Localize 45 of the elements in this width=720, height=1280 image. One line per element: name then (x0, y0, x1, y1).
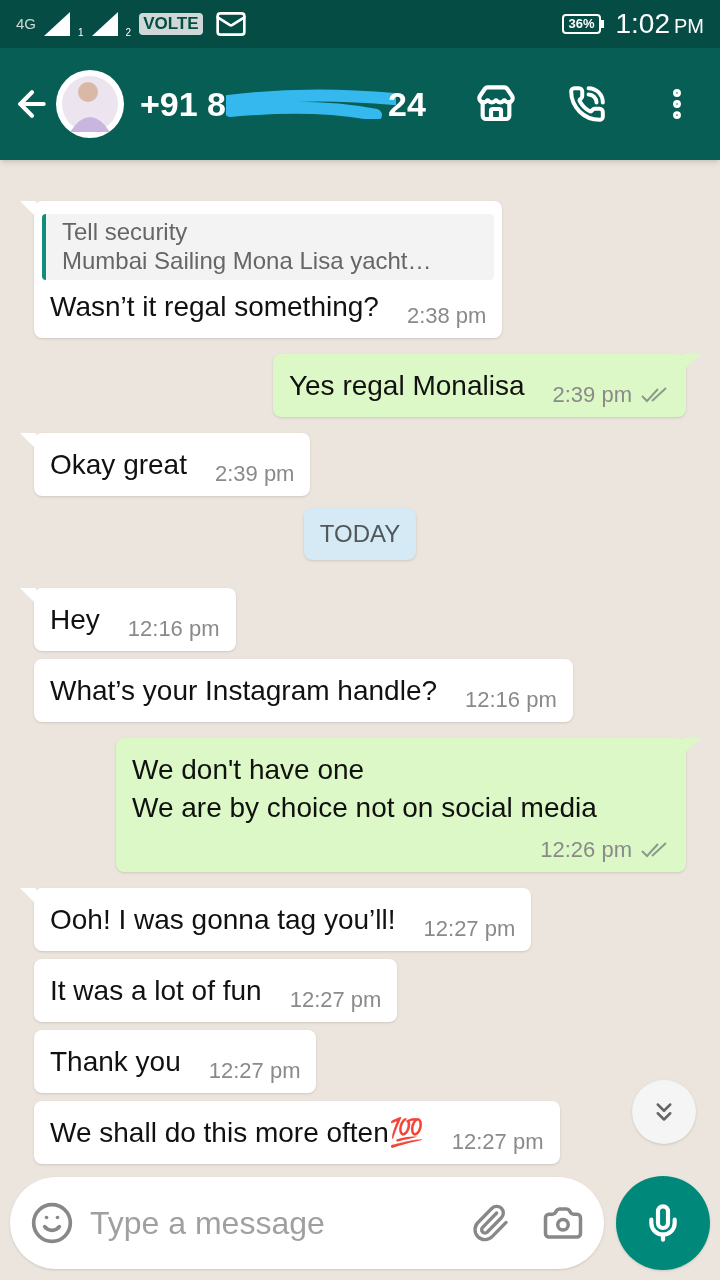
message-time: 2:39 pm (214, 460, 295, 488)
message-time: 12:27 pm (423, 915, 516, 943)
contact-name[interactable]: +91 8 (140, 78, 227, 130)
message-text: Ooh! I was gonna tag you’ll! (50, 903, 396, 937)
incoming-message-bubble[interactable]: Tell security Mumbai Sailing Mona Lisa yacht… Wasn’t it regal something? 2:38 pm (34, 201, 503, 338)
message-text: Thank you (50, 1045, 181, 1079)
message-time: 12:27 pm (451, 1128, 544, 1156)
message-text: Okay great (50, 448, 187, 482)
outgoing-message-bubble[interactable]: We don't have one We are by choice not on social media 12:26 pm (116, 738, 686, 872)
message-time: 12:16 pm (465, 686, 557, 714)
incoming-message-bubble[interactable]: It was a lot of fun 12:27 pm (34, 959, 398, 1022)
incoming-message-bubble[interactable]: What’s your Instagram handle? 12:16 pm (34, 659, 573, 722)
message-field[interactable]: Type a message (90, 1199, 454, 1247)
message-time: 12:27 pm (289, 986, 382, 1014)
sim-number: 2 (125, 26, 132, 40)
quoted-sender: Tell security (62, 218, 189, 246)
message-text: We shall do this more often💯 (50, 1116, 424, 1150)
date-chip: TODAY (303, 508, 417, 560)
message-time: 12:26 pm (540, 836, 632, 864)
contact-name-end[interactable]: 24 (388, 78, 426, 130)
message-text: It was a lot of fun (50, 974, 262, 1008)
message-text: Wasn’t it regal something? (50, 290, 379, 324)
message-text: Hey (50, 603, 100, 637)
message-time: 12:16 pm (127, 615, 220, 643)
incoming-message-bubble[interactable]: We shall do this more often💯 12:27 pm (34, 1101, 560, 1164)
clock: 1:02 (615, 7, 670, 41)
message-input[interactable]: Type a message (10, 1177, 604, 1269)
incoming-message-bubble[interactable]: Okay great 2:39 pm (34, 433, 311, 496)
quoted-message[interactable]: Tell security Mumbai Sailing Mona Lisa yacht… (42, 214, 495, 280)
incoming-message-bubble[interactable]: Thank you 12:27 pm (34, 1030, 317, 1093)
incoming-message-bubble[interactable]: Ooh! I was gonna tag you’ll! 12:27 pm (34, 888, 532, 951)
message-text: We don't have one We are by choice not on social media (132, 753, 597, 825)
incoming-message-bubble[interactable]: Hey 12:16 pm (34, 588, 236, 651)
network-type: 4G (16, 13, 36, 34)
clock-period: PM (674, 14, 704, 39)
outgoing-message-bubble[interactable]: Yes regal Monalisa 2:39 pm (272, 354, 686, 417)
message-text: What’s your Instagram handle? (50, 674, 438, 708)
battery-level: 36% (562, 14, 601, 34)
volte-badge: VOLTE (139, 13, 203, 35)
sim-number: 1 (78, 26, 84, 40)
message-text: Yes regal Monalisa (288, 369, 525, 403)
quoted-text: Mumbai Sailing Mona Lisa yacht… (62, 246, 433, 276)
message-time: 2:38 pm (406, 302, 487, 330)
message-time: 2:39 pm (552, 381, 632, 409)
message-time: 12:27 pm (208, 1057, 301, 1085)
